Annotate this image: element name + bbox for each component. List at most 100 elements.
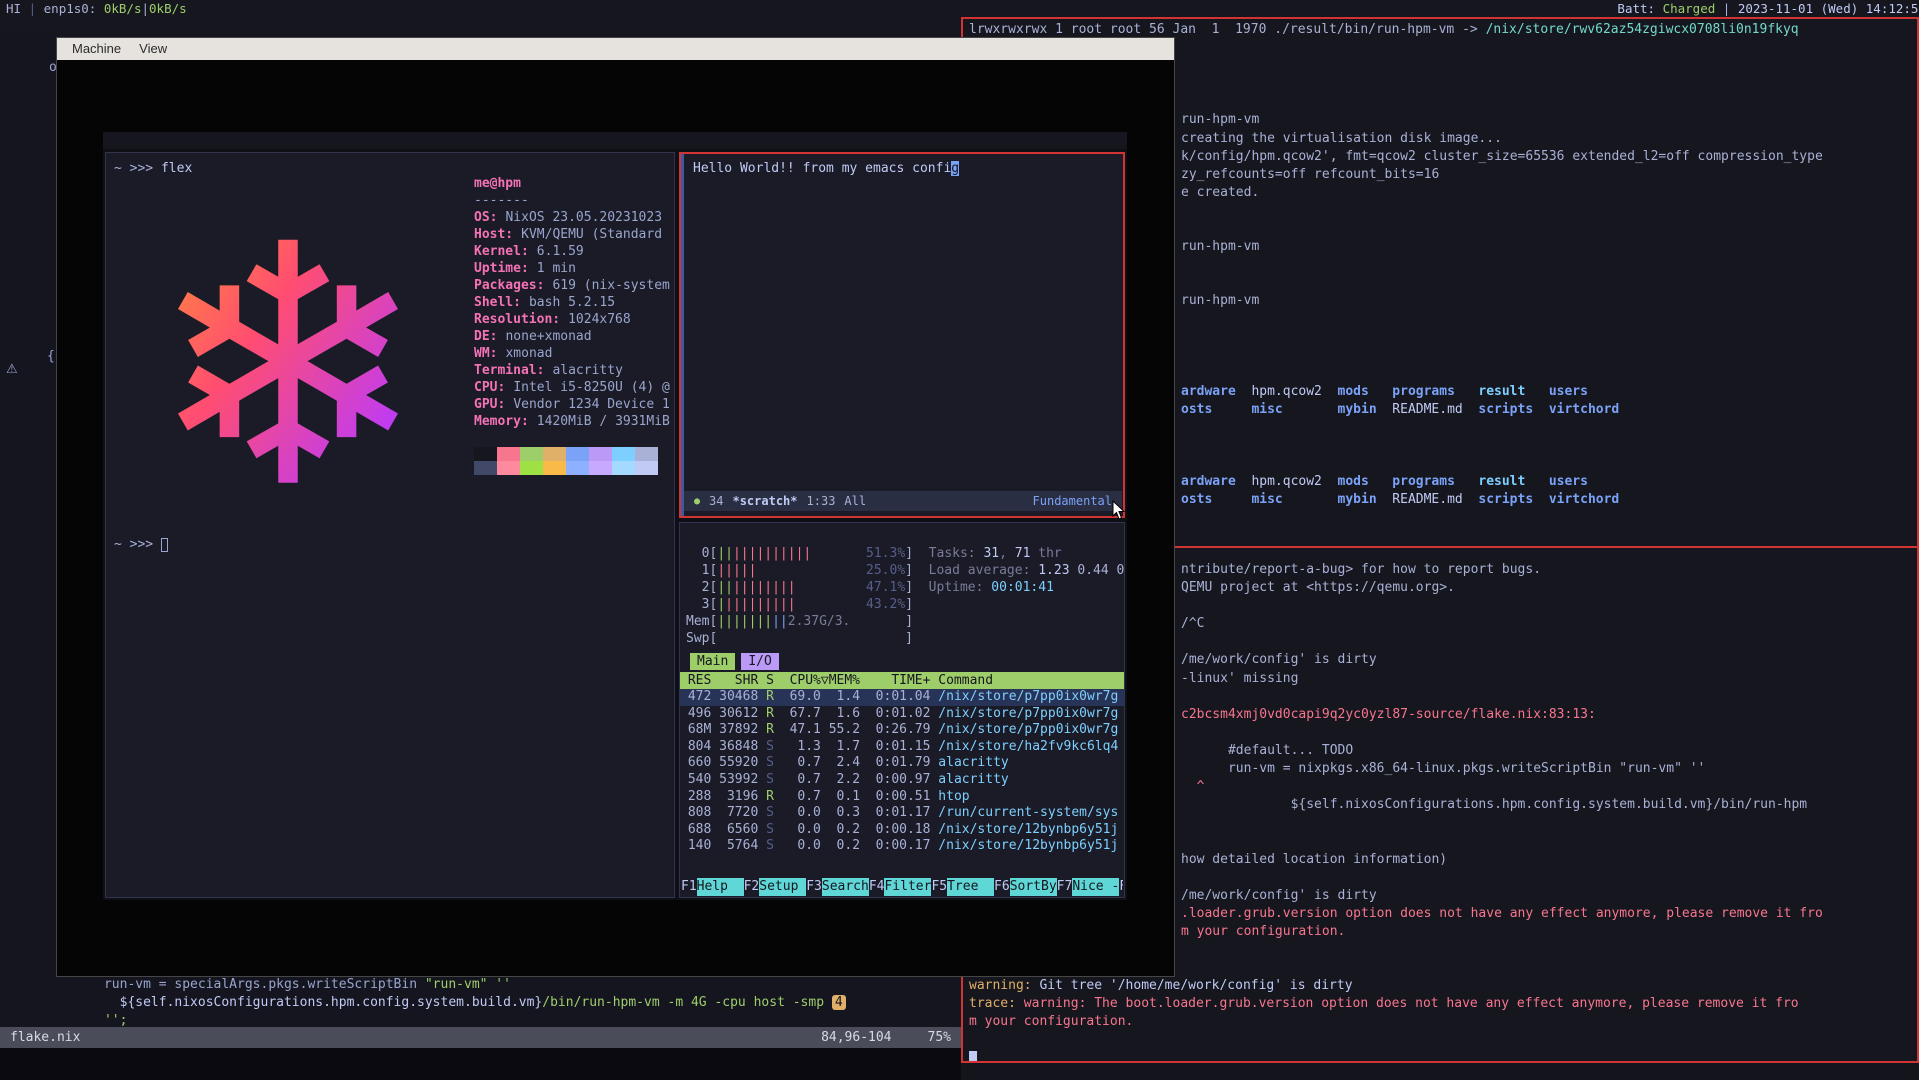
process-command: /nix/store/ha2fv9kc6lq4: [938, 739, 1118, 754]
process-ids: 540 53992: [680, 772, 766, 787]
vm-status-bar: HI | eth0: 0kB/s|0kB/s Batt: Charged | 2…: [103, 132, 1127, 149]
cpu-meter-3: 3[|||||||||| 43.2%]: [686, 596, 1124, 613]
fkey-sortby-button[interactable]: SortBy: [1010, 878, 1057, 896]
cpu-meter-0: 0[|||||||||||| 51.3%] Tasks: 31, 71 thr: [686, 545, 1124, 562]
directory-name: scripts: [1478, 401, 1548, 419]
fkey-tree-button[interactable]: Tree: [947, 878, 994, 896]
file-name: hpm.qcow2: [1251, 383, 1337, 401]
process-ids: 660 55920: [680, 755, 766, 770]
tx-rate: 0kB/s: [149, 1, 187, 16]
vm-display[interactable]: HI | eth0: 0kB/s|0kB/s Batt: Charged | 2…: [103, 132, 1127, 900]
buffer-name: *scratch*: [732, 494, 797, 508]
palette-swatch: [497, 447, 520, 461]
process-row[interactable]: 808 7720 S 0.0 0.3 0:01.17 /run/current-…: [680, 805, 1124, 822]
meter-bars-low: ||: [717, 580, 733, 595]
process-row[interactable]: 660 55920 S 0.7 2.4 0:01.79 alacritty: [680, 755, 1124, 772]
code-string: /bin/run-hpm-vm -m 4G -cpu host -smp: [542, 995, 832, 1010]
process-command: /nix/store/12bynbp6y51j: [938, 822, 1118, 837]
process-command: /nix/store/12bynbp6y51j: [938, 838, 1118, 853]
menu-item-machine[interactable]: Machine: [63, 38, 130, 60]
nixos-logo: ❄: [118, 181, 458, 526]
fkey-label: F1: [681, 878, 697, 896]
meter-pad: [796, 580, 866, 595]
statusline-filename: flake.nix: [10, 1027, 80, 1048]
load-value: 0.44 0: [1077, 563, 1124, 578]
process-row[interactable]: 496 30612 R 67.7 1.6 0:01.02 /nix/store/…: [680, 706, 1124, 723]
cursor-position: 1:33: [807, 494, 836, 508]
info-label: Shell:: [474, 295, 521, 310]
palette-swatch: [589, 461, 612, 475]
clock: 2023-11-01 (Wed) 14:12:51: [1738, 1, 1919, 16]
menu-item-view[interactable]: View: [130, 38, 176, 60]
neofetch-row: Packages:619 (nix-system), 438 (nix-user…: [474, 277, 670, 294]
process-row[interactable]: 68M 37892 R 47.1 55.2 0:26.79 /nix/store…: [680, 722, 1124, 739]
color-palette: [474, 447, 658, 475]
warning-line: trace: warning: The boot.loader.grub.ver…: [969, 995, 1917, 1013]
palette-swatch: [635, 461, 658, 475]
meter-percent: 47.1%: [866, 580, 905, 595]
buffer-size: 34: [709, 494, 723, 508]
palette-swatch: [589, 447, 612, 461]
palette-swatch: [566, 461, 589, 475]
separator: |: [29, 1, 44, 16]
htop-tab-main[interactable]: Main: [690, 653, 735, 670]
meter-bars-used: |||||||: [717, 614, 772, 629]
symlink-name: result: [1478, 383, 1548, 401]
network-monitor: HI | enp1s0: 0kB/s|0kB/s: [6, 0, 187, 17]
trace-label: trace:: [969, 996, 1016, 1011]
info-value: Intel i5-8250U (4) @ 1.791GHz: [505, 380, 670, 395]
emacs-pane[interactable]: Hello World!! from my emacs config ● 34 …: [679, 152, 1125, 518]
neofetch-row: Memory:1420MiB / 3931MiB: [474, 413, 670, 430]
directory-name: mods: [1338, 473, 1393, 491]
htop-pane[interactable]: 0[|||||||||||| 51.3%] Tasks: 31, 71 thr …: [679, 522, 1125, 898]
info-label: Host:: [474, 227, 513, 242]
meter-bracket: ]: [905, 563, 913, 578]
process-row[interactable]: 288 3196 R 0.7 0.1 0:00.51 htop: [680, 789, 1124, 806]
prompt-path: ~: [114, 537, 130, 552]
qemu-menubar: Machine View: [57, 38, 1174, 60]
process-row[interactable]: 472 30468 R 69.0 1.4 0:01.04 /nix/store/…: [680, 689, 1124, 706]
directory-name: osts: [1181, 401, 1251, 419]
htop-meters: 0[|||||||||||| 51.3%] Tasks: 31, 71 thr …: [680, 523, 1124, 647]
info-value: alacritty: [544, 363, 622, 378]
process-row[interactable]: 140 5764 S 0.0 0.2 0:00.17 /nix/store/12…: [680, 838, 1124, 855]
fkey-setup-button[interactable]: Setup: [759, 878, 806, 896]
info-label: OS:: [474, 210, 497, 225]
process-command: /nix/store/p7pp0ix0wr7g: [938, 706, 1118, 721]
process-row[interactable]: 540 53992 S 0.7 2.2 0:00.97 alacritty: [680, 772, 1124, 789]
vm-terminal-pane[interactable]: ~ >>> flex ❄ me@hpm ------- OS:NixOS 23.…: [105, 152, 675, 898]
mouse-cursor: [1112, 500, 1126, 520]
htop-function-key-bar: F1Help F2Setup F3SearchF4FilterF5Tree F6…: [681, 878, 1123, 896]
htop-tab-io[interactable]: I/O: [741, 653, 778, 670]
rx-rate: 0kB/s: [104, 1, 142, 16]
vim-command-line[interactable]: [0, 1048, 961, 1080]
process-state: S: [766, 772, 774, 787]
host-label: HI: [6, 1, 29, 16]
info-value: NixOS 23.05.20231023 (Tapir) x86_64: [497, 210, 670, 225]
warning-line: warning: Git tree '/home/me/work/config'…: [969, 977, 1917, 995]
palette-swatch: [566, 447, 589, 461]
fkey-filter-button[interactable]: Filter: [884, 878, 931, 896]
warning-line: m your configuration.: [969, 1013, 1917, 1031]
editor-code-line: run-vm = specialArgs.pkgs.writeScriptBin…: [57, 976, 511, 993]
process-state: S: [766, 822, 774, 837]
fkey-help-button[interactable]: Help: [697, 878, 744, 896]
palette-swatch: [612, 447, 635, 461]
process-table-header[interactable]: RES SHR S CPU%▽MEM% TIME+ Command: [680, 672, 1124, 689]
process-row[interactable]: 804 36848 S 1.3 1.7 0:01.15 /nix/store/h…: [680, 739, 1124, 756]
palette-swatch: [635, 447, 658, 461]
process-row[interactable]: 688 6560 S 0.0 0.2 0:00.18 /nix/store/12…: [680, 822, 1124, 839]
info-label: DE:: [474, 329, 497, 344]
battery-label: Batt:: [1617, 1, 1662, 16]
palette-swatch: [612, 461, 635, 475]
buffer-text: Hello World!! from my emacs confi: [693, 161, 951, 176]
neofetch-row: Shell:bash 5.2.15: [474, 294, 670, 311]
fkey-nice-minus-button[interactable]: Nice -: [1072, 878, 1119, 896]
fkey-search-button[interactable]: Search: [822, 878, 869, 896]
info-label: CPU:: [474, 380, 505, 395]
meter-bracket: ]: [905, 597, 913, 612]
palette-row: [474, 447, 658, 461]
palette-swatch: [543, 447, 566, 461]
qemu-window[interactable]: Machine View HI | eth0: 0kB/s|0kB/s Batt…: [56, 37, 1175, 977]
meter-pad: [796, 597, 866, 612]
